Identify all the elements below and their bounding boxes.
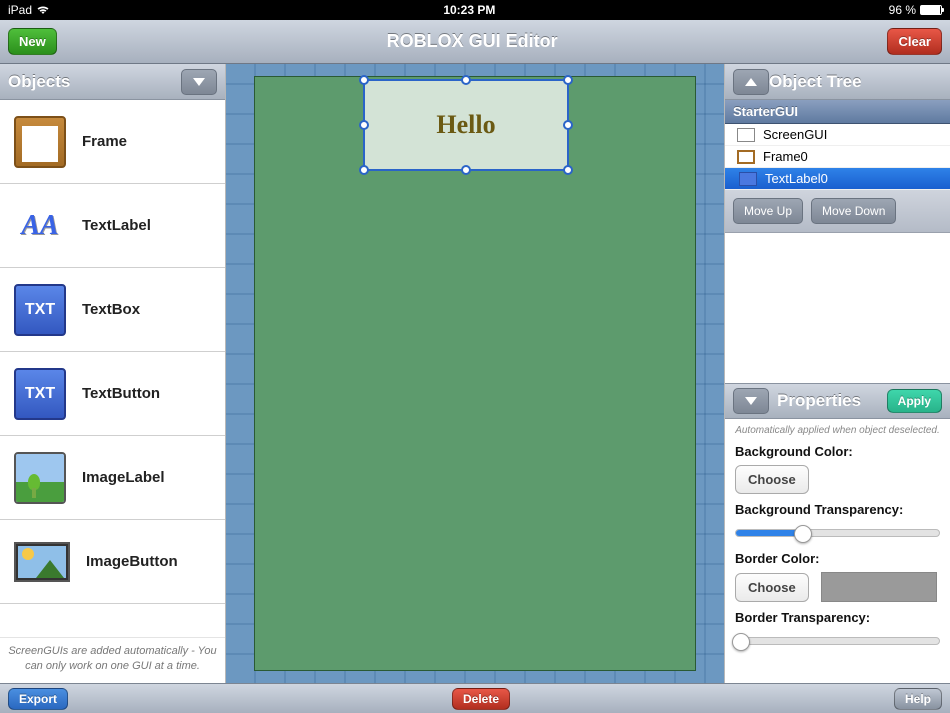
selected-textlabel[interactable]: Hello	[363, 79, 569, 171]
selected-text: Hello	[436, 110, 495, 140]
properties-title: Properties	[777, 391, 879, 411]
object-item-textbutton[interactable]: TXT TextButton	[0, 352, 225, 436]
object-item-textlabel[interactable]: AA TextLabel	[0, 184, 225, 268]
bg-trans-slider[interactable]	[735, 523, 940, 543]
apply-button[interactable]: Apply	[887, 389, 942, 413]
border-trans-slider[interactable]	[735, 631, 940, 651]
bottom-toolbar: Export Delete Help	[0, 683, 950, 713]
chevron-down-icon	[193, 78, 205, 86]
ios-status-bar: iPad 10:23 PM 96 %	[0, 0, 950, 20]
tree-root[interactable]: StarterGUI	[725, 100, 950, 124]
resize-handle-tm[interactable]	[461, 75, 471, 85]
object-item-imagelabel[interactable]: ImageLabel	[0, 436, 225, 520]
tree-collapse-button[interactable]	[733, 69, 769, 95]
resize-handle-tl[interactable]	[359, 75, 369, 85]
delete-button[interactable]: Delete	[452, 688, 510, 710]
prop-border-color-label: Border Color:	[735, 551, 940, 566]
resize-handle-mr[interactable]	[563, 120, 573, 130]
object-item-frame[interactable]: Frame	[0, 100, 225, 184]
move-down-button[interactable]: Move Down	[811, 198, 896, 224]
app-title: ROBLOX GUI Editor	[57, 31, 888, 52]
tree-row-label: ScreenGUI	[763, 127, 827, 142]
prop-bg-trans-label: Background Transparency:	[735, 502, 940, 517]
help-button[interactable]: Help	[894, 688, 942, 710]
tree-title: Object Tree	[769, 72, 942, 92]
right-panel: Object Tree StarterGUI ScreenGUI Frame0 …	[724, 64, 950, 683]
textlabel-icon	[739, 172, 757, 186]
props-collapse-button[interactable]	[733, 388, 769, 414]
tree-row-textlabel0[interactable]: TextLabel0	[725, 168, 950, 190]
move-up-button[interactable]: Move Up	[733, 198, 803, 224]
prop-bg-color-label: Background Color:	[735, 444, 940, 459]
clear-button[interactable]: Clear	[887, 28, 942, 55]
chevron-down-icon	[745, 397, 757, 405]
object-label: Frame	[82, 133, 127, 150]
resize-handle-bm[interactable]	[461, 165, 471, 175]
top-toolbar: New ROBLOX GUI Editor Clear	[0, 20, 950, 64]
carrier-label: iPad	[8, 3, 32, 17]
imagelabel-icon	[14, 452, 66, 504]
object-item-textbox[interactable]: TXT TextBox	[0, 268, 225, 352]
border-color-swatch	[821, 572, 937, 602]
tree-row-screengui[interactable]: ScreenGUI	[725, 124, 950, 146]
resize-handle-tr[interactable]	[563, 75, 573, 85]
resize-handle-br[interactable]	[563, 165, 573, 175]
imagebutton-icon	[14, 542, 70, 582]
clock-label: 10:23 PM	[50, 3, 889, 17]
screengui-icon	[737, 128, 755, 142]
object-label: TextBox	[82, 301, 140, 318]
canvas[interactable]: Hello	[226, 64, 724, 683]
object-item-imagebutton[interactable]: ImageButton	[0, 520, 225, 604]
resize-handle-bl[interactable]	[359, 165, 369, 175]
battery-icon	[920, 5, 942, 15]
objects-collapse-button[interactable]	[181, 69, 217, 95]
textbutton-icon: TXT	[14, 368, 66, 420]
border-color-choose-button[interactable]: Choose	[735, 573, 809, 602]
tree-row-frame0[interactable]: Frame0	[725, 146, 950, 168]
objects-title: Objects	[8, 72, 181, 92]
canvas-frame[interactable]: Hello	[254, 76, 696, 671]
prop-border-trans-label: Border Transparency:	[735, 610, 940, 625]
export-button[interactable]: Export	[8, 688, 68, 710]
tree-row-label: Frame0	[763, 149, 808, 164]
battery-pct-label: 96 %	[889, 3, 916, 17]
resize-handle-ml[interactable]	[359, 120, 369, 130]
frame-icon	[737, 150, 755, 164]
wifi-icon	[36, 5, 50, 15]
frame-icon	[14, 116, 66, 168]
tree-spacer	[725, 233, 950, 383]
object-label: ImageButton	[86, 553, 178, 570]
object-label: ImageLabel	[82, 469, 165, 486]
bg-color-choose-button[interactable]: Choose	[735, 465, 809, 494]
object-label: TextLabel	[82, 217, 151, 234]
textbox-icon: TXT	[14, 284, 66, 336]
object-label: TextButton	[82, 385, 160, 402]
objects-panel: Objects Frame AA TextLabel TXT TextBox T…	[0, 64, 226, 683]
new-button[interactable]: New	[8, 28, 57, 55]
chevron-up-icon	[745, 78, 757, 86]
objects-footnote: ScreenGUIs are added automatically - You…	[0, 637, 225, 683]
properties-note: Automatically applied when object desele…	[735, 425, 940, 436]
textlabel-icon: AA	[14, 200, 66, 252]
tree-row-label: TextLabel0	[765, 171, 828, 186]
